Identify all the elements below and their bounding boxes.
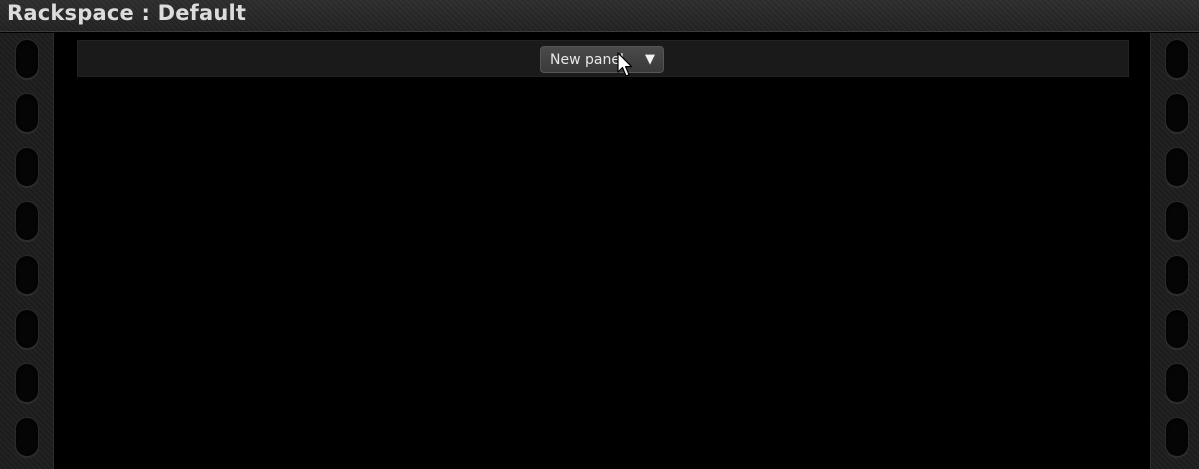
rack-hole	[15, 363, 39, 403]
rackspace-canvas[interactable]: New panel ▼	[54, 33, 1149, 469]
rack-hole	[15, 93, 39, 133]
window-title: Rackspace : Default	[7, 1, 247, 25]
rack-hole	[1165, 39, 1189, 79]
rack-hole	[1165, 147, 1189, 187]
rack-hole	[1165, 417, 1189, 457]
rack-hole	[1165, 93, 1189, 133]
triangle-down-icon: ▼	[645, 52, 655, 67]
new-panel-dropdown[interactable]: New panel ▼	[540, 46, 664, 73]
new-panel-label: New panel	[550, 52, 624, 68]
rack-hole	[1165, 363, 1189, 403]
rack-hole	[15, 39, 39, 79]
rack-hole	[15, 309, 39, 349]
rack-hole	[15, 255, 39, 295]
panel-toolbar: New panel ▼	[77, 40, 1129, 77]
rack-hole	[1165, 255, 1189, 295]
title-bar: Rackspace : Default	[0, 0, 1199, 32]
right-rack-rail	[1150, 33, 1199, 469]
rack-hole	[1165, 309, 1189, 349]
left-rack-rail	[0, 33, 54, 469]
rack-hole	[15, 417, 39, 457]
rack-hole	[1165, 201, 1189, 241]
rack-hole	[15, 201, 39, 241]
rackspace-window: Rackspace : Default New panel ▼	[0, 0, 1199, 469]
rack-hole	[15, 147, 39, 187]
